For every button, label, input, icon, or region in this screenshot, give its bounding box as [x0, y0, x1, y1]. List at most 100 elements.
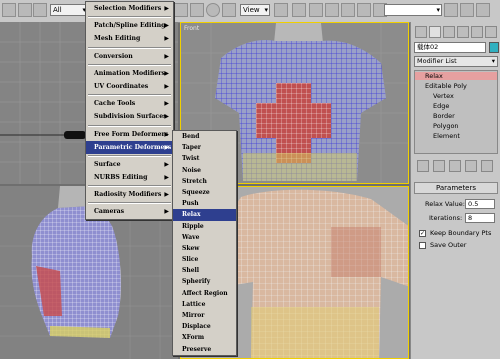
submenu-item-shell[interactable]: Shell — [173, 265, 236, 276]
named-selection-dropdown[interactable] — [384, 4, 442, 16]
modifier-stack: Relax Editable Poly Vertex Edge Border P… — [414, 70, 498, 154]
configure-modifier-sets-icon[interactable] — [481, 160, 493, 172]
submenu-item-spherify[interactable]: Spherify — [173, 276, 236, 287]
submenu-item-affect-region[interactable]: Affect Region — [173, 288, 236, 299]
submenu-arrow-icon: ▶ — [164, 82, 169, 90]
stack-item-relax[interactable]: Relax — [415, 72, 497, 80]
submenu-item-mirror[interactable]: Mirror — [173, 310, 236, 321]
percent-snap-icon[interactable] — [341, 3, 355, 17]
menu-item-radiosity-modifiers[interactable]: Radiosity Modifiers ▶ — [86, 188, 173, 201]
stack-item-edge[interactable]: Edge — [433, 102, 449, 110]
keep-boundary-checkbox[interactable]: ✓ — [419, 230, 426, 237]
mirror-icon[interactable] — [444, 3, 458, 17]
submenu-item-bend[interactable]: Bend — [173, 131, 236, 142]
submenu-item-stretch[interactable]: Stretch — [173, 176, 236, 187]
stack-item-polygon[interactable]: Polygon — [433, 122, 459, 130]
submenu-item-taper[interactable]: Taper — [173, 142, 236, 153]
menu-item-surface[interactable]: Surface ▶ — [86, 158, 173, 171]
submenu-arrow-icon: ▶ — [164, 160, 169, 168]
submenu-item-twist[interactable]: Twist — [173, 153, 236, 164]
reference-coordinate-dropdown[interactable]: View — [240, 4, 270, 16]
menu-separator — [88, 202, 171, 205]
make-unique-icon[interactable] — [449, 160, 461, 172]
submenu-item-lattice[interactable]: Lattice — [173, 299, 236, 310]
modifier-list-dropdown[interactable]: Modifier List ▾ — [414, 56, 498, 67]
display-tab-icon[interactable] — [471, 26, 483, 38]
stack-item-vertex[interactable]: Vertex — [433, 92, 454, 100]
submenu-item-preserve[interactable]: Preserve — [173, 344, 236, 355]
submenu-item-ripple[interactable]: Ripple — [173, 221, 236, 232]
spinner-snap-icon[interactable] — [357, 3, 371, 17]
stack-item-border[interactable]: Border — [433, 112, 455, 120]
utilities-tab-icon[interactable] — [485, 26, 497, 38]
object-name-field[interactable]: 载体02 — [414, 42, 486, 53]
menu-item-subdivision-surfaces[interactable]: Subdivision Surfaces ▶ — [86, 110, 173, 123]
chevron-down-icon: ▾ — [491, 57, 495, 65]
menu-separator — [88, 124, 171, 127]
redo-icon[interactable] — [18, 3, 32, 17]
pin-stack-icon[interactable] — [417, 160, 429, 172]
select-rotate-icon[interactable] — [190, 3, 204, 17]
submenu-arrow-icon: ▶ — [164, 35, 169, 43]
menu-item-cameras[interactable]: Cameras ▶ — [86, 205, 173, 218]
select-manipulate-icon[interactable] — [292, 3, 306, 17]
selection-filter-dropdown[interactable]: All — [50, 4, 88, 16]
hierarchy-tab-icon[interactable] — [443, 26, 455, 38]
menu-item-conversion[interactable]: Conversion ▶ — [86, 50, 173, 63]
menu-item-uv-coordinates[interactable]: UV Coordinates ▶ — [86, 80, 173, 93]
submenu-item-displace[interactable]: Displace — [173, 321, 236, 332]
submenu-item-relax[interactable]: Relax — [173, 209, 236, 221]
submenu-arrow-icon: ▶ — [164, 113, 169, 121]
relax-value-label: Relax Value: — [425, 200, 465, 208]
stack-item-element[interactable]: Element — [433, 132, 460, 140]
submenu-item-xform[interactable]: XForm — [173, 332, 236, 343]
keep-boundary-label: Keep Boundary Pts — [430, 229, 492, 237]
submenu-item-push[interactable]: Push — [173, 198, 236, 209]
submenu-item-wave[interactable]: Wave — [173, 232, 236, 243]
menu-item-cache-tools[interactable]: Cache Tools ▶ — [86, 97, 173, 110]
remove-modifier-icon[interactable] — [465, 160, 477, 172]
viewport-front-label: Front — [184, 25, 200, 32]
menu-item-parametric-deformers[interactable]: Parametric Deformers ▶ — [86, 140, 173, 154]
submenu-arrow-icon: ▶ — [164, 5, 169, 12]
select-move-icon[interactable] — [174, 3, 188, 17]
menu-separator — [88, 94, 171, 97]
stack-item-editable-poly[interactable]: Editable Poly — [425, 82, 467, 90]
angle-snap-icon[interactable] — [325, 3, 339, 17]
motion-tab-icon[interactable] — [457, 26, 469, 38]
submenu-item-noise[interactable]: Noise — [173, 165, 236, 176]
submenu-arrow-icon: ▶ — [164, 69, 169, 77]
menu-item-selection-modifiers[interactable]: Selection Modifiers ▶ — [86, 2, 173, 15]
create-tab-icon[interactable] — [415, 26, 427, 38]
rotate-icon[interactable] — [206, 3, 220, 17]
show-end-result-icon[interactable] — [433, 160, 445, 172]
object-color-swatch[interactable] — [489, 42, 499, 53]
pivot-center-icon[interactable] — [274, 3, 288, 17]
iterations-spinner[interactable]: 8 — [465, 213, 495, 223]
submenu-item-skew[interactable]: Skew — [173, 243, 236, 254]
menu-item-patch-spline-editing[interactable]: Patch/Spline Editing ▶ — [86, 19, 173, 32]
submenu-arrow-icon: ▶ — [164, 174, 169, 182]
layer-manager-icon[interactable] — [476, 3, 490, 17]
menu-separator — [88, 154, 171, 157]
submenu-arrow-icon: ▶ — [164, 143, 169, 151]
menu-item-free-form-deformers[interactable]: Free Form Deformers ▶ — [86, 128, 173, 141]
submenu-arrow-icon: ▶ — [164, 191, 169, 199]
menu-item-mesh-editing[interactable]: Mesh Editing ▶ — [86, 32, 173, 45]
parameters-rollout-header[interactable]: Parameters — [414, 182, 498, 194]
select-link-icon[interactable] — [33, 3, 47, 17]
modifiers-menu: Selection Modifiers ▶ Patch/Spline Editin… — [85, 1, 174, 220]
relax-value-spinner[interactable]: 0.5 — [465, 199, 495, 209]
align-icon[interactable] — [460, 3, 474, 17]
scale-icon[interactable] — [222, 3, 236, 17]
menu-item-animation-modifiers[interactable]: Animation Modifiers ▶ — [86, 67, 173, 80]
undo-icon[interactable] — [2, 3, 16, 17]
submenu-arrow-icon: ▶ — [164, 208, 169, 216]
menu-separator — [88, 63, 171, 66]
submenu-item-squeeze[interactable]: Squeeze — [173, 187, 236, 198]
menu-item-nurbs-editing[interactable]: NURBS Editing ▶ — [86, 171, 173, 184]
modify-tab-icon[interactable] — [429, 26, 441, 38]
save-outer-checkbox[interactable] — [419, 242, 426, 249]
submenu-item-slice[interactable]: Slice — [173, 254, 236, 265]
snap-toggle-icon[interactable] — [309, 3, 323, 17]
